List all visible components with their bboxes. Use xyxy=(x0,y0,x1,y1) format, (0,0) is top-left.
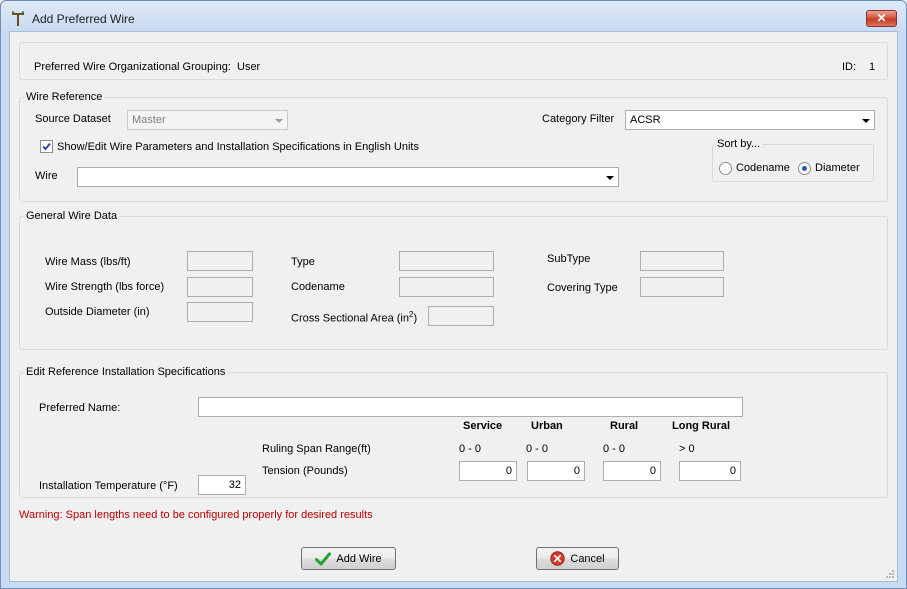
id-label: ID: xyxy=(842,61,857,73)
resize-grip-icon[interactable] xyxy=(885,569,895,579)
chevron-down-icon xyxy=(862,119,870,123)
codename-label: Codename xyxy=(291,281,345,293)
sort-diameter-label: Diameter xyxy=(815,162,860,174)
window-title: Add Preferred Wire xyxy=(32,12,135,26)
ruling-span-service: 0 - 0 xyxy=(459,443,482,455)
col-long-rural: Long Rural xyxy=(672,420,731,432)
ruling-span-long-rural: > 0 xyxy=(679,443,695,455)
id-value: 1 xyxy=(869,61,876,73)
general-wire-data-group: General Wire Data Wire Mass (lbs/ft) Wir… xyxy=(19,210,888,350)
english-units-checkbox[interactable] xyxy=(40,140,53,153)
tension-long-rural-input[interactable]: 0 xyxy=(679,461,741,481)
installation-specs-legend: Edit Reference Installation Specificatio… xyxy=(24,366,228,378)
sort-codename-label: Codename xyxy=(736,162,790,174)
wire-strength-label: Wire Strength (lbs force) xyxy=(45,281,165,293)
cross-area-field[interactable] xyxy=(428,306,494,326)
add-wire-label: Add Wire xyxy=(336,552,382,565)
preferred-name-input[interactable] xyxy=(198,397,743,417)
tension-service-input[interactable]: 0 xyxy=(459,461,517,481)
grouping-label: Preferred Wire Organizational Grouping: xyxy=(34,61,231,73)
radio-selected-dot xyxy=(802,166,807,171)
english-units-label: Show/Edit Wire Parameters and Installati… xyxy=(57,141,419,153)
source-dataset-label: Source Dataset xyxy=(35,113,111,125)
tension-rural-input[interactable]: 0 xyxy=(603,461,661,481)
grouping-value: User xyxy=(237,61,261,73)
wire-reference-legend: Wire Reference xyxy=(24,91,105,103)
cancel-label: Cancel xyxy=(570,552,605,565)
category-filter-value: ACSR xyxy=(630,114,661,126)
chevron-down-icon xyxy=(275,119,283,123)
wire-select[interactable] xyxy=(77,167,619,187)
chevron-down-icon xyxy=(606,176,614,180)
covering-type-field[interactable] xyxy=(640,277,724,297)
cross-area-label-text: Cross Sectional Area (in xyxy=(291,312,409,325)
col-urban: Urban xyxy=(531,420,563,432)
subtype-label: SubType xyxy=(547,253,591,265)
title-bar[interactable]: Add Preferred Wire ✕ xyxy=(1,1,906,31)
install-temp-input[interactable]: 32 xyxy=(198,475,246,495)
source-dataset-value: Master xyxy=(132,114,166,126)
cancel-button[interactable]: Cancel xyxy=(536,547,619,570)
subtype-field[interactable] xyxy=(640,251,724,271)
covering-type-label: Covering Type xyxy=(547,282,618,294)
ruling-span-rural: 0 - 0 xyxy=(603,443,626,455)
general-wire-data-legend: General Wire Data xyxy=(24,210,120,222)
cross-area-suffix: ) xyxy=(413,312,418,325)
dialog-window: Add Preferred Wire ✕ Preferred Wire Orga… xyxy=(0,0,907,589)
col-rural: Rural xyxy=(610,420,639,432)
add-wire-button[interactable]: Add Wire xyxy=(301,547,396,570)
outside-diameter-field[interactable] xyxy=(187,302,253,322)
span-warning-text: Warning: Span lengths need to be configu… xyxy=(19,509,373,521)
wire-mass-field[interactable] xyxy=(187,251,253,271)
preferred-name-label: Preferred Name: xyxy=(39,402,121,414)
tension-urban-input[interactable]: 0 xyxy=(527,461,585,481)
sort-by-group: Sort by... Codename Diameter xyxy=(712,138,874,182)
ruling-span-urban: 0 - 0 xyxy=(526,443,549,455)
wire-reference-group: Wire Reference Source Dataset Master Cat… xyxy=(19,91,888,202)
tension-label: Tension (Pounds) xyxy=(262,465,348,477)
col-service: Service xyxy=(463,420,503,432)
outside-diameter-label: Outside Diameter (in) xyxy=(45,306,150,318)
wire-label: Wire xyxy=(35,170,58,182)
checkmark-icon xyxy=(315,552,332,565)
grouping-panel: Preferred Wire Organizational Grouping: … xyxy=(19,42,888,80)
ruling-span-label: Ruling Span Range(ft) xyxy=(262,443,371,455)
type-label: Type xyxy=(291,256,315,268)
close-button[interactable]: ✕ xyxy=(866,10,897,27)
dialog-body: Preferred Wire Organizational Grouping: … xyxy=(9,31,898,582)
codename-field[interactable] xyxy=(399,277,494,297)
wire-mass-label: Wire Mass (lbs/ft) xyxy=(45,256,131,268)
utility-pole-icon xyxy=(11,11,25,26)
sort-diameter-radio[interactable] xyxy=(798,162,811,175)
wire-strength-field[interactable] xyxy=(187,277,253,297)
source-dataset-select[interactable]: Master xyxy=(127,110,288,130)
category-filter-select[interactable]: ACSR xyxy=(625,110,875,130)
cancel-x-icon xyxy=(550,551,566,566)
sort-codename-radio[interactable] xyxy=(719,162,732,175)
category-filter-label: Category Filter xyxy=(542,113,615,125)
cross-area-label: Cross Sectional Area (in2) xyxy=(291,310,417,325)
type-field[interactable] xyxy=(399,251,494,271)
install-temp-label: Installation Temperature (°F) xyxy=(39,480,178,492)
sort-by-legend: Sort by... xyxy=(715,138,763,150)
installation-specs-group: Edit Reference Installation Specificatio… xyxy=(19,366,888,498)
checkmark-icon xyxy=(42,142,51,151)
